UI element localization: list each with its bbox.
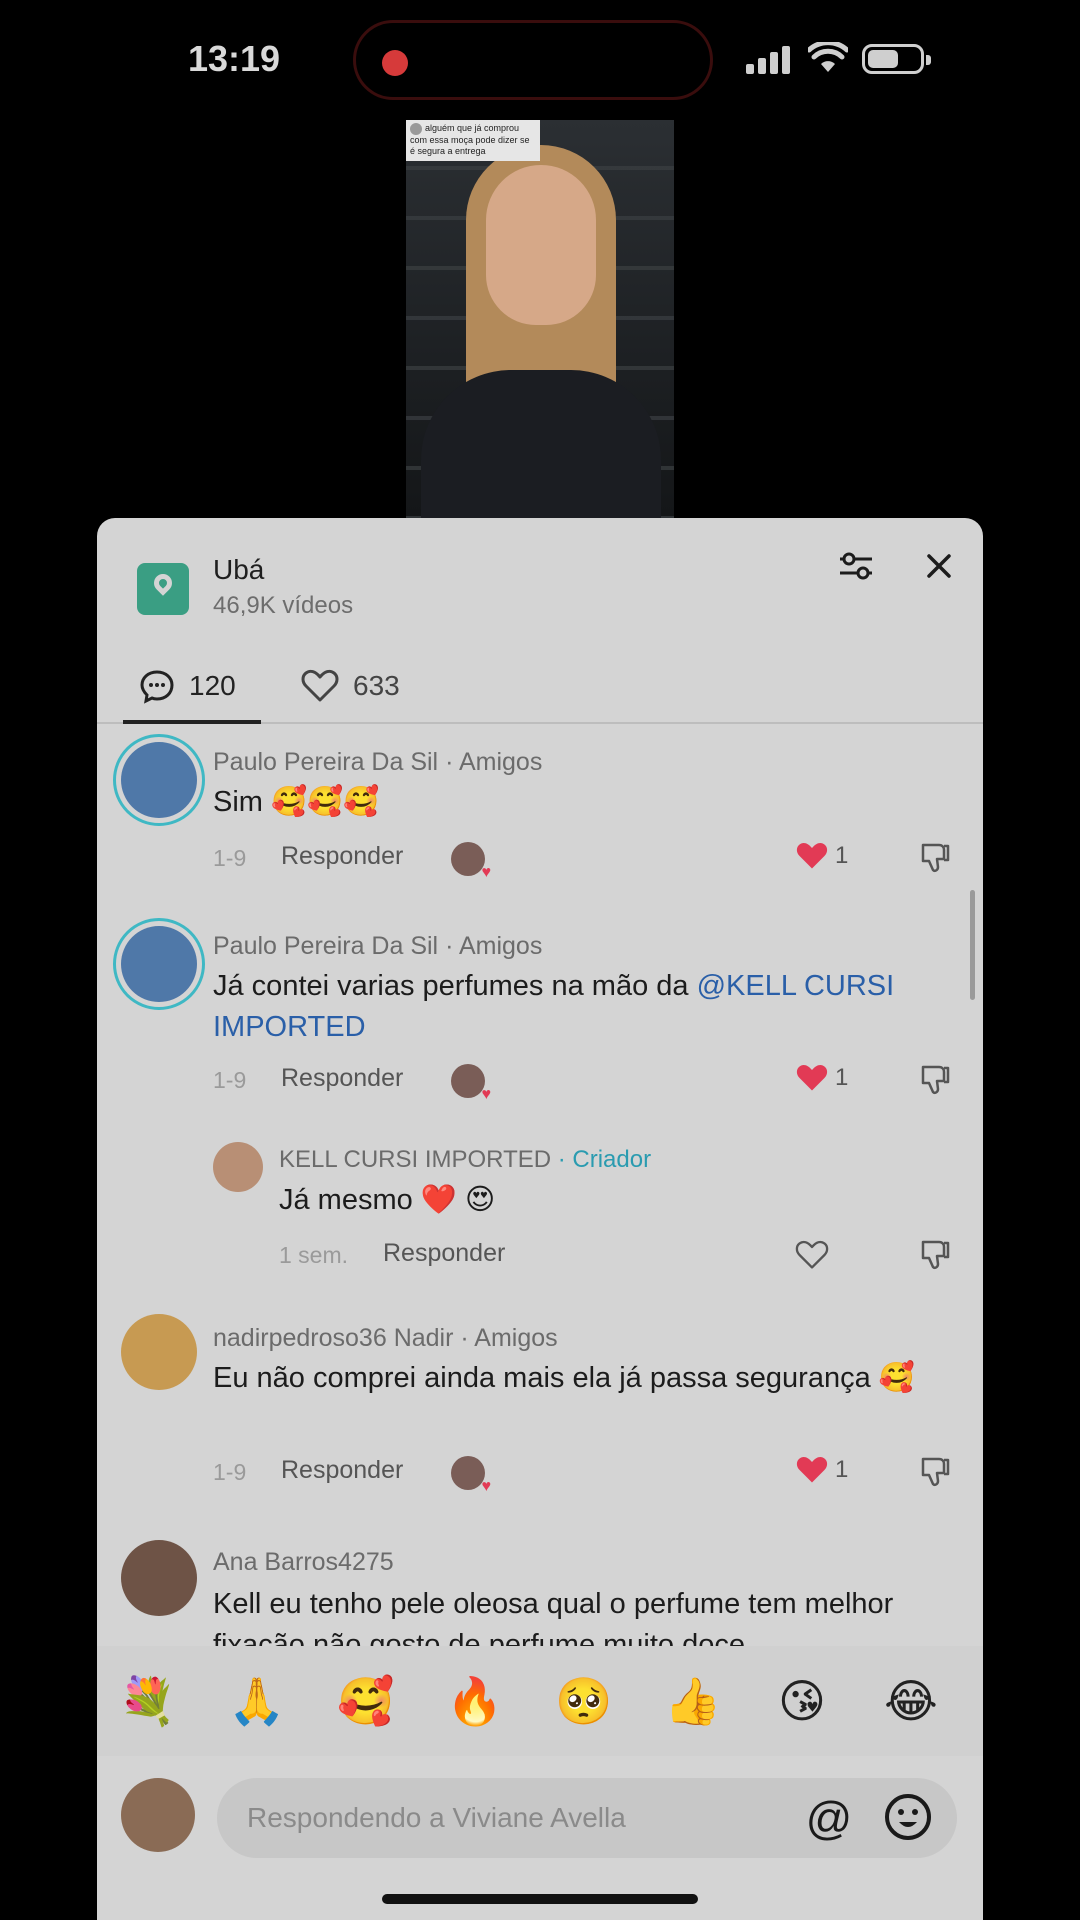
heart-outline-icon [301,669,339,702]
comment-text: Sim 🥰🥰🥰 [213,786,380,818]
comment-author[interactable]: Paulo Pereira Da Sil · Amigos [213,748,542,777]
dislike-icon[interactable] [917,1455,951,1489]
home-indicator[interactable] [382,1894,698,1904]
mention-button[interactable]: @ [803,1792,855,1844]
status-bar: 13:19 [0,0,1080,120]
comment-author[interactable]: Paulo Pereira Da Sil · Amigos [213,932,542,961]
comment-like-count: 1 [835,1064,849,1091]
scrollbar[interactable] [970,890,975,1000]
comment-author[interactable]: Ana Barros4275 [213,1548,394,1577]
creator-liked-avatar [451,842,491,882]
comment-author[interactable]: KELL CURSI IMPORTED · Criador [279,1146,651,1174]
like-button[interactable]: 1 [795,1062,848,1094]
location-video-count: 46,9K vídeos [213,592,354,619]
comment-date: 1-9 [213,1459,247,1485]
tab-comments[interactable]: 120 [139,658,236,714]
cellular-signal-icon [746,46,790,74]
avatar[interactable] [121,1314,197,1390]
avatar[interactable] [113,918,205,1010]
video-preview[interactable]: alguém que já comprou com essa moça pode… [406,120,674,518]
status-time: 13:19 [188,38,281,79]
comments-panel: Ubá 46,9K vídeos 120 633 Paulo Pereira D… [97,518,983,1920]
like-count: 633 [353,670,400,701]
avatar[interactable] [113,734,205,826]
emoji-fire[interactable]: 🔥 [444,1670,506,1732]
heart-filled-icon [796,842,828,869]
dislike-icon[interactable] [917,1238,951,1272]
emoji-joy[interactable]: 😂 [880,1670,942,1732]
dislike-icon[interactable] [917,841,951,875]
creator-liked-avatar [451,1064,491,1104]
creator-face [486,165,596,325]
comment-author[interactable]: nadirpedroso36 Nadir · Amigos [213,1324,558,1353]
comment-date: 1 sem. [279,1242,349,1268]
heart-filled-icon [796,1456,828,1483]
creator-liked-avatar [451,1456,491,1496]
avatar[interactable] [213,1142,263,1192]
comment-text: Kell eu tenho pele oleosa qual o perfume… [213,1588,894,1646]
heart-outline-icon[interactable] [795,1239,829,1271]
reply-button[interactable]: Responder [281,842,403,871]
comment-icon [140,670,174,704]
avatar[interactable] [121,1540,197,1616]
location-title[interactable]: Ubá [213,554,264,586]
emoji-thumbs-up[interactable]: 👍 [662,1670,724,1732]
emoji-picker-icon[interactable] [883,1792,933,1842]
like-button[interactable]: 1 [795,840,848,872]
comment-like-count: 1 [835,842,849,869]
wifi-icon [808,42,848,72]
emoji-pray[interactable]: 🙏 [226,1670,288,1732]
dynamic-island [353,20,713,100]
emoji-quick-bar: 💐 🙏 🥰 🔥 🥺 👍 😘 😂 [97,1646,983,1756]
tabs: 120 633 [97,648,983,724]
composer: @ [97,1758,983,1878]
avatar [121,1778,195,1852]
comment-item: Ana Barros4275 Kell eu tenho pele oleosa… [97,1540,983,1646]
emoji-pleading[interactable]: 🥺 [553,1670,615,1732]
active-tab-indicator [123,720,261,724]
like-button[interactable]: 1 [795,1454,848,1486]
reply-button[interactable]: Responder [383,1239,505,1268]
comment-text: Eu não comprei ainda mais ela já passa s… [213,1362,915,1394]
reply-field[interactable]: @ [217,1778,957,1858]
location-pin-icon [137,563,189,615]
emoji-smiling-hearts[interactable]: 🥰 [335,1670,397,1732]
comment-like-count: 1 [835,1456,849,1483]
heart-filled-icon [796,1064,828,1091]
comment-date: 1-9 [213,1067,247,1093]
comment-count: 120 [189,670,236,701]
emoji-kiss[interactable]: 😘 [771,1670,833,1732]
reply-button[interactable]: Responder [281,1456,403,1485]
recording-indicator-icon [382,50,408,76]
emoji-bouquet[interactable]: 💐 [117,1670,179,1732]
comment-text: Já mesmo ❤️ 😍 [279,1184,496,1216]
close-icon[interactable] [917,544,961,588]
video-caption-sticker: alguém que já comprou com essa moça pode… [406,120,540,161]
reply-button[interactable]: Responder [281,1064,403,1093]
reply-input[interactable] [247,1796,767,1840]
filter-icon[interactable] [834,544,878,588]
tab-likes[interactable]: 633 [301,658,400,714]
battery-icon [862,44,931,74]
comment-text: Já contei varias perfumes na mão da @KEL… [213,970,895,1043]
comment-date: 1-9 [213,845,247,871]
dislike-icon[interactable] [917,1063,951,1097]
